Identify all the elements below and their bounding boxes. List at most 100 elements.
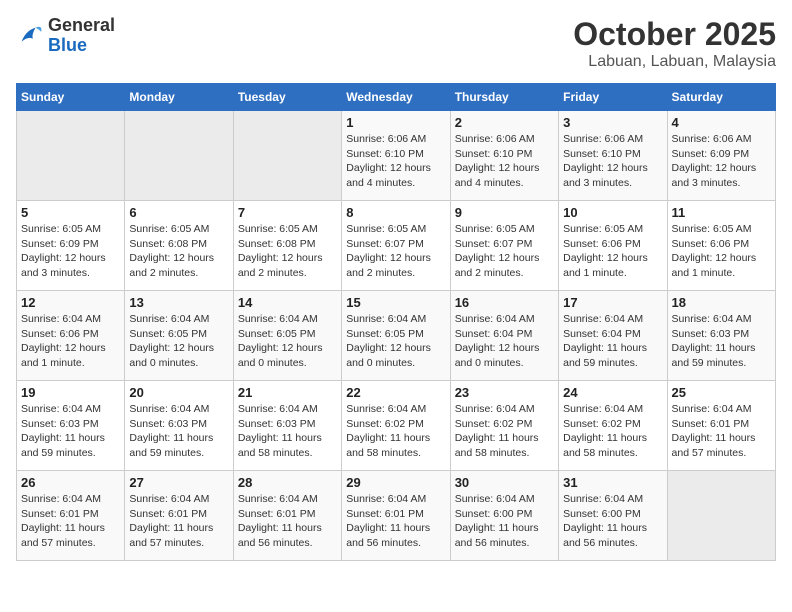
day-info: Sunrise: 6:05 AM Sunset: 6:08 PM Dayligh… (129, 222, 228, 281)
day-info: Sunrise: 6:05 AM Sunset: 6:07 PM Dayligh… (346, 222, 445, 281)
day-number: 12 (21, 295, 120, 310)
day-info: Sunrise: 6:04 AM Sunset: 6:03 PM Dayligh… (21, 402, 120, 461)
calendar-header: SundayMondayTuesdayWednesdayThursdayFrid… (17, 84, 776, 111)
day-of-week-header: Wednesday (342, 84, 450, 111)
day-number: 28 (238, 475, 337, 490)
day-number: 24 (563, 385, 662, 400)
calendar-cell (667, 471, 775, 561)
calendar-cell: 12Sunrise: 6:04 AM Sunset: 6:06 PM Dayli… (17, 291, 125, 381)
calendar-cell: 2 Sunrise: 6:06 AM Sunset: 6:10 PM Daylig… (450, 111, 558, 201)
day-of-week-header: Thursday (450, 84, 558, 111)
calendar-cell: 5 Sunrise: 6:05 AM Sunset: 6:09 PM Daylig… (17, 201, 125, 291)
calendar-cell (233, 111, 341, 201)
day-info: Sunrise: 6:05 AM Sunset: 6:08 PM Dayligh… (238, 222, 337, 281)
calendar-cell: 27 Sunrise: 6:04 AM Sunset: 6:01 PM Dayli… (125, 471, 233, 561)
day-info: Sunrise: 6:04 AM Sunset: 6:02 PM Dayligh… (455, 402, 554, 461)
day-number: 11 (672, 205, 771, 220)
calendar-cell: 8 Sunrise: 6:05 AM Sunset: 6:07 PM Daylig… (342, 201, 450, 291)
day-info: Sunrise: 6:04 AM Sunset: 6:01 PM Dayligh… (346, 492, 445, 551)
day-number: 10 (563, 205, 662, 220)
day-info: Sunrise: 6:04 AM Sunset: 6:03 PM Dayligh… (129, 402, 228, 461)
calendar-cell: 20 Sunrise: 6:04 AM Sunset: 6:03 PM Dayli… (125, 381, 233, 471)
logo: General Blue (16, 16, 115, 56)
calendar-cell: 24 Sunrise: 6:04 AM Sunset: 6:02 PM Dayli… (559, 381, 667, 471)
day-number: 16 (455, 295, 554, 310)
day-info: Sunrise: 6:04 AM Sunset: 6:05 PM Dayligh… (346, 312, 445, 371)
day-info: Sunrise: 6:06 AM Sunset: 6:10 PM Dayligh… (346, 132, 445, 191)
calendar-cell: 14 Sunrise: 6:04 AM Sunset: 6:05 PM Dayli… (233, 291, 341, 381)
day-number: 4 (672, 115, 771, 130)
calendar-cell: 29 Sunrise: 6:04 AM Sunset: 6:01 PM Dayli… (342, 471, 450, 561)
day-number: 20 (129, 385, 228, 400)
day-number: 25 (672, 385, 771, 400)
day-info: Sunrise: 6:06 AM Sunset: 6:10 PM Dayligh… (455, 132, 554, 191)
calendar-cell: 15 Sunrise: 6:04 AM Sunset: 6:05 PM Dayli… (342, 291, 450, 381)
day-number: 26 (21, 475, 120, 490)
calendar-cell (125, 111, 233, 201)
calendar-cell: 30Sunrise: 6:04 AM Sunset: 6:00 PM Dayli… (450, 471, 558, 561)
day-of-week-header: Sunday (17, 84, 125, 111)
calendar-cell: 23Sunrise: 6:04 AM Sunset: 6:02 PM Dayli… (450, 381, 558, 471)
title-section: October 2025 Labuan, Labuan, Malaysia (573, 16, 776, 71)
day-info: Sunrise: 6:04 AM Sunset: 6:04 PM Dayligh… (455, 312, 554, 371)
day-info: Sunrise: 6:04 AM Sunset: 6:04 PM Dayligh… (563, 312, 662, 371)
day-info: Sunrise: 6:04 AM Sunset: 6:03 PM Dayligh… (238, 402, 337, 461)
calendar-cell: 1Sunrise: 6:06 AM Sunset: 6:10 PM Daylig… (342, 111, 450, 201)
calendar-cell: 10 Sunrise: 6:05 AM Sunset: 6:06 PM Dayli… (559, 201, 667, 291)
calendar-cell: 18 Sunrise: 6:04 AM Sunset: 6:03 PM Dayli… (667, 291, 775, 381)
day-number: 7 (238, 205, 337, 220)
day-number: 3 (563, 115, 662, 130)
calendar-week-row: 1Sunrise: 6:06 AM Sunset: 6:10 PM Daylig… (17, 111, 776, 201)
day-number: 27 (129, 475, 228, 490)
day-info: Sunrise: 6:04 AM Sunset: 6:01 PM Dayligh… (129, 492, 228, 551)
day-number: 9 (455, 205, 554, 220)
day-of-week-header: Monday (125, 84, 233, 111)
day-number: 21 (238, 385, 337, 400)
day-info: Sunrise: 6:04 AM Sunset: 6:01 PM Dayligh… (238, 492, 337, 551)
calendar-cell: 13Sunrise: 6:04 AM Sunset: 6:05 PM Dayli… (125, 291, 233, 381)
day-number: 31 (563, 475, 662, 490)
day-info: Sunrise: 6:05 AM Sunset: 6:06 PM Dayligh… (672, 222, 771, 281)
day-info: Sunrise: 6:06 AM Sunset: 6:10 PM Dayligh… (563, 132, 662, 191)
day-number: 22 (346, 385, 445, 400)
day-number: 13 (129, 295, 228, 310)
calendar-cell: 11 Sunrise: 6:05 AM Sunset: 6:06 PM Dayli… (667, 201, 775, 291)
day-info: Sunrise: 6:04 AM Sunset: 6:01 PM Dayligh… (672, 402, 771, 461)
logo-text: General Blue (48, 16, 115, 56)
day-number: 19 (21, 385, 120, 400)
day-number: 29 (346, 475, 445, 490)
day-number: 17 (563, 295, 662, 310)
calendar-cell: 22 Sunrise: 6:04 AM Sunset: 6:02 PM Dayli… (342, 381, 450, 471)
day-info: Sunrise: 6:04 AM Sunset: 6:01 PM Dayligh… (21, 492, 120, 551)
page-header: General Blue October 2025 Labuan, Labuan… (16, 16, 776, 71)
day-number: 14 (238, 295, 337, 310)
day-info: Sunrise: 6:05 AM Sunset: 6:09 PM Dayligh… (21, 222, 120, 281)
logo-bird-icon (16, 22, 44, 50)
day-number: 18 (672, 295, 771, 310)
calendar-cell: 4 Sunrise: 6:06 AM Sunset: 6:09 PM Daylig… (667, 111, 775, 201)
day-info: Sunrise: 6:04 AM Sunset: 6:05 PM Dayligh… (238, 312, 337, 371)
day-of-week-header: Saturday (667, 84, 775, 111)
day-info: Sunrise: 6:04 AM Sunset: 6:03 PM Dayligh… (672, 312, 771, 371)
calendar-cell: 25 Sunrise: 6:04 AM Sunset: 6:01 PM Dayli… (667, 381, 775, 471)
day-info: Sunrise: 6:05 AM Sunset: 6:06 PM Dayligh… (563, 222, 662, 281)
calendar-cell: 19 Sunrise: 6:04 AM Sunset: 6:03 PM Dayli… (17, 381, 125, 471)
day-number: 5 (21, 205, 120, 220)
day-info: Sunrise: 6:04 AM Sunset: 6:02 PM Dayligh… (563, 402, 662, 461)
calendar-cell: 26 Sunrise: 6:04 AM Sunset: 6:01 PM Dayli… (17, 471, 125, 561)
calendar-cell: 31Sunrise: 6:04 AM Sunset: 6:00 PM Dayli… (559, 471, 667, 561)
day-info: Sunrise: 6:04 AM Sunset: 6:00 PM Dayligh… (455, 492, 554, 551)
day-of-week-header: Friday (559, 84, 667, 111)
calendar-week-row: 12Sunrise: 6:04 AM Sunset: 6:06 PM Dayli… (17, 291, 776, 381)
calendar-body: 1Sunrise: 6:06 AM Sunset: 6:10 PM Daylig… (17, 111, 776, 561)
day-number: 15 (346, 295, 445, 310)
calendar-cell: 16 Sunrise: 6:04 AM Sunset: 6:04 PM Dayli… (450, 291, 558, 381)
day-info: Sunrise: 6:06 AM Sunset: 6:09 PM Dayligh… (672, 132, 771, 191)
day-info: Sunrise: 6:04 AM Sunset: 6:02 PM Dayligh… (346, 402, 445, 461)
calendar-cell: 3 Sunrise: 6:06 AM Sunset: 6:10 PM Daylig… (559, 111, 667, 201)
day-number: 8 (346, 205, 445, 220)
calendar-week-row: 26 Sunrise: 6:04 AM Sunset: 6:01 PM Dayli… (17, 471, 776, 561)
calendar-cell: 6Sunrise: 6:05 AM Sunset: 6:08 PM Daylig… (125, 201, 233, 291)
calendar-cell: 21 Sunrise: 6:04 AM Sunset: 6:03 PM Dayli… (233, 381, 341, 471)
day-number: 2 (455, 115, 554, 130)
